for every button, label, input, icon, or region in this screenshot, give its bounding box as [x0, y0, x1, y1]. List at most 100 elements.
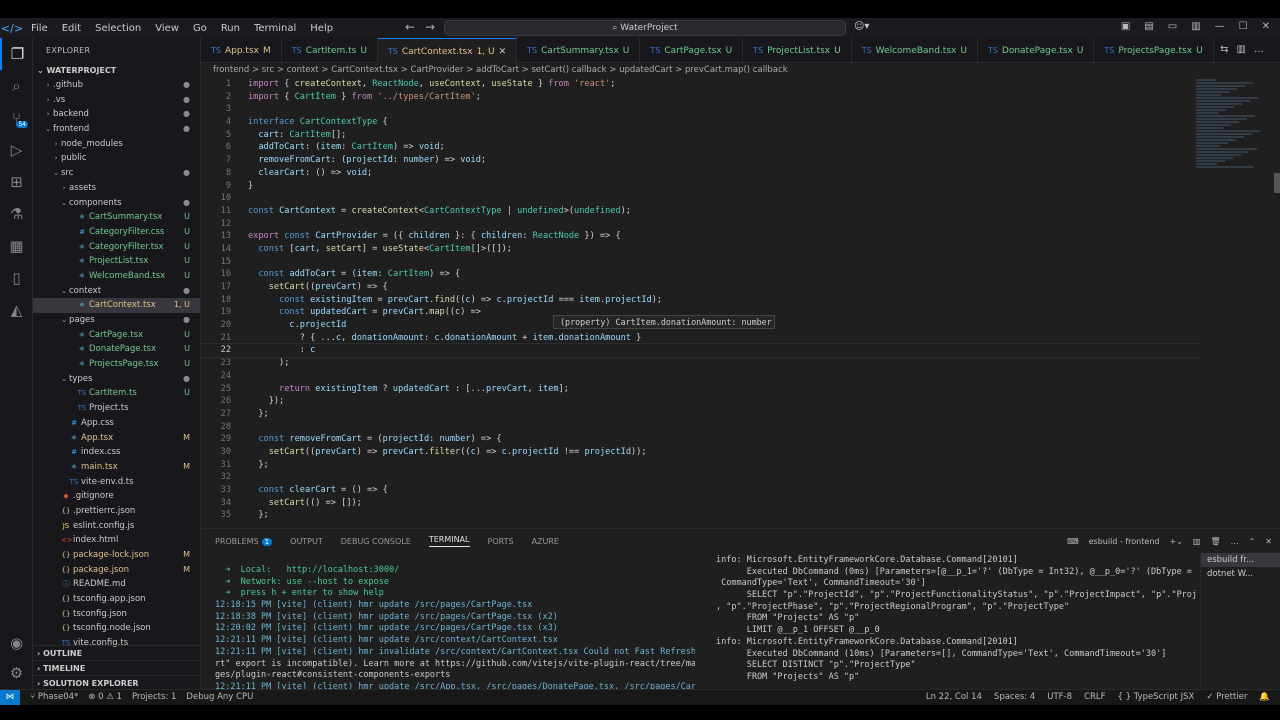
toggle-panel-icon[interactable]: ▭	[1168, 21, 1177, 32]
terminal-list-item[interactable]: esbuild fr...	[1201, 553, 1280, 567]
menu-item-terminal[interactable]: Terminal	[247, 23, 303, 34]
minimap[interactable]	[1196, 78, 1266, 178]
outline-section[interactable]: › OUTLINE	[33, 645, 200, 660]
tree-item[interactable]: {} tsconfig.node.json	[33, 621, 200, 636]
branch-item[interactable]: ⑂ Phase04*	[30, 690, 78, 705]
code-line[interactable]: 6 addToCart: (item: CartItem) => void;	[201, 141, 1201, 154]
tree-item[interactable]: ⚛ App.tsx M	[33, 431, 200, 446]
command-center[interactable]: ⌕ WaterProject	[444, 20, 846, 36]
extensions-icon[interactable]: ⊞	[0, 166, 33, 198]
minimize-icon[interactable]: —	[1215, 21, 1225, 32]
code-line[interactable]: 31 };	[201, 459, 1201, 472]
tree-item[interactable]: ⓘ README.md	[33, 577, 200, 592]
nav-arrows[interactable]: ←→	[405, 20, 445, 34]
code-line[interactable]: 3	[201, 103, 1201, 116]
editor-tab[interactable]: TS CartSummary.tsx U	[517, 38, 641, 63]
tree-item[interactable]: › node_modules	[33, 137, 200, 152]
editor-tab[interactable]: TS CartContext.tsx 1, U ✕	[377, 38, 518, 63]
tree-item[interactable]: › .github ●	[33, 78, 200, 93]
code-editor[interactable]: 1 import { createContext, ReactNode, useC…	[201, 78, 1201, 528]
tree-item[interactable]: {} .prettierrc.json	[33, 504, 200, 519]
account-icon[interactable]: ◉	[0, 627, 33, 659]
tree-item[interactable]: {} tsconfig.app.json	[33, 592, 200, 607]
tree-item[interactable]: {} package.json M	[33, 563, 200, 578]
code-line[interactable]: 21 ? { ...c, donationAmount: c.donationA…	[201, 332, 1201, 345]
editor-tab[interactable]: TS DonatePage.tsx U	[978, 38, 1095, 63]
tree-item[interactable]: # CategoryFilter.css U	[33, 225, 200, 240]
panel-tab-problems[interactable]: PROBLEMS 1	[215, 537, 273, 546]
code-line[interactable]: 25 return existingItem ? updatedCart : […	[201, 383, 1201, 396]
breadcrumb[interactable]: frontend > src > context > CartContext.t…	[201, 63, 1280, 78]
more-icon[interactable]: …	[1254, 44, 1272, 55]
code-line[interactable]: 4 interface CartContextType {	[201, 116, 1201, 129]
editor-tab[interactable]: TS ProjectList.tsx U	[743, 38, 852, 63]
code-line[interactable]: 13 export const CartProvider = ({ childre…	[201, 230, 1201, 243]
compare-icon[interactable]: ⇆	[1220, 44, 1236, 55]
indentation[interactable]: Spaces: 4	[994, 690, 1035, 705]
tree-item[interactable]: ⚛ CartContext.tsx 1, U	[33, 298, 200, 313]
menu-item-edit[interactable]: Edit	[55, 23, 88, 34]
menu-item-help[interactable]: Help	[303, 23, 340, 34]
code-line[interactable]: 16 const addToCart = (item: CartItem) =>…	[201, 268, 1201, 281]
menu-item-go[interactable]: Go	[186, 23, 214, 34]
code-line[interactable]: 9}	[201, 180, 1201, 193]
split-terminal-icon[interactable]: ▥	[1193, 537, 1201, 546]
toggle-sidebar-icon[interactable]: ▤	[1144, 21, 1153, 32]
close-panel-icon[interactable]: ✕	[1265, 537, 1272, 546]
prettier-status[interactable]: ✓ Prettier	[1206, 690, 1247, 705]
tree-item[interactable]: ⌄ context ●	[33, 284, 200, 299]
code-line[interactable]: 27 };	[201, 408, 1201, 421]
tree-item[interactable]: ⚛ main.tsx M	[33, 460, 200, 475]
code-line[interactable]: 33 const clearCart = () => {	[201, 484, 1201, 497]
notifications-icon[interactable]: 🔔	[1259, 690, 1270, 705]
editor-tab[interactable]: TS CartPage.tsx U	[640, 38, 744, 63]
code-line[interactable]: 18 const existingItem = prevCart.find((c…	[201, 294, 1201, 307]
code-line[interactable]: 23 );	[201, 357, 1201, 370]
code-line[interactable]: 22 : c	[201, 343, 1201, 359]
split-editor-icon[interactable]: ▥	[1237, 44, 1254, 55]
tree-item[interactable]: ⌄ components ●	[33, 196, 200, 211]
copilot-icon[interactable]: ☺▾	[854, 21, 869, 32]
code-line[interactable]: 2 import { CartItem } from '../types/Cart…	[201, 91, 1201, 104]
menu-item-selection[interactable]: Selection	[88, 23, 148, 34]
tree-item[interactable]: # App.css	[33, 416, 200, 431]
code-line[interactable]: 34 setCart(() => []);	[201, 497, 1201, 510]
tree-item[interactable]: ⚛ ProjectList.tsx U	[33, 254, 200, 269]
code-line[interactable]: 12	[201, 218, 1201, 231]
terminal-right-output[interactable]: info: Microsoft.EntityFrameworkCore.Data…	[716, 555, 1196, 684]
maximize-icon[interactable]: ☐	[1239, 21, 1248, 32]
code-line[interactable]: 11 const CartContext = createContext<Cart…	[201, 205, 1201, 218]
code-line[interactable]: 8 clearCart: () => void;	[201, 167, 1201, 180]
workspace-root[interactable]: ⌄ WATERPROJECT	[33, 64, 200, 78]
tree-item[interactable]: ⚛ WelcomeBand.tsx U	[33, 269, 200, 284]
problems-status[interactable]: ⊗ 0 ⚠ 1	[88, 690, 122, 705]
search-icon[interactable]: ⌕	[0, 70, 33, 102]
tree-item[interactable]: TS Project.ts	[33, 401, 200, 416]
encoding[interactable]: UTF-8	[1047, 690, 1072, 705]
tree-item[interactable]: {} package-lock.json M	[33, 548, 200, 563]
tree-item[interactable]: ⌄ frontend ●	[33, 122, 200, 137]
docker-icon[interactable]: ▯	[0, 262, 33, 294]
menu-item-file[interactable]: File	[24, 23, 55, 34]
new-terminal-icon[interactable]: +⌄	[1169, 537, 1182, 546]
panel-tab-terminal[interactable]: TERMINAL	[428, 535, 470, 547]
editor-tab[interactable]: TS WelcomeBand.tsx U	[852, 38, 978, 63]
layout-icon[interactable]: ▣	[1121, 21, 1130, 32]
cursor-position[interactable]: Ln 22, Col 14	[926, 690, 982, 705]
explorer-icon[interactable]: ❐	[0, 38, 33, 70]
azure-icon[interactable]: ◭	[0, 294, 33, 326]
tree-item[interactable]: › public	[33, 151, 200, 166]
code-line[interactable]: 15	[201, 256, 1201, 269]
toggle-secondary-icon[interactable]: ▥	[1191, 21, 1200, 32]
tree-item[interactable]: ⌄ types ●	[33, 372, 200, 387]
menu-item-view[interactable]: View	[148, 23, 186, 34]
editor-tab[interactable]: TS App.tsx M	[201, 38, 282, 63]
remote-explorer-icon[interactable]: ▦	[0, 230, 33, 262]
tree-item[interactable]: <>index.html	[33, 533, 200, 548]
solution-explorer-section[interactable]: › SOLUTION EXPLORER	[33, 675, 200, 689]
panel-tab-debug-console[interactable]: DEBUG CONSOLE	[341, 537, 411, 546]
run-debug-icon[interactable]: ▷	[0, 134, 33, 166]
tree-item[interactable]: ⚛ DonatePage.tsx U	[33, 342, 200, 357]
tree-item[interactable]: JS eslint.config.js	[33, 519, 200, 534]
line-ending[interactable]: CRLF	[1084, 690, 1105, 705]
